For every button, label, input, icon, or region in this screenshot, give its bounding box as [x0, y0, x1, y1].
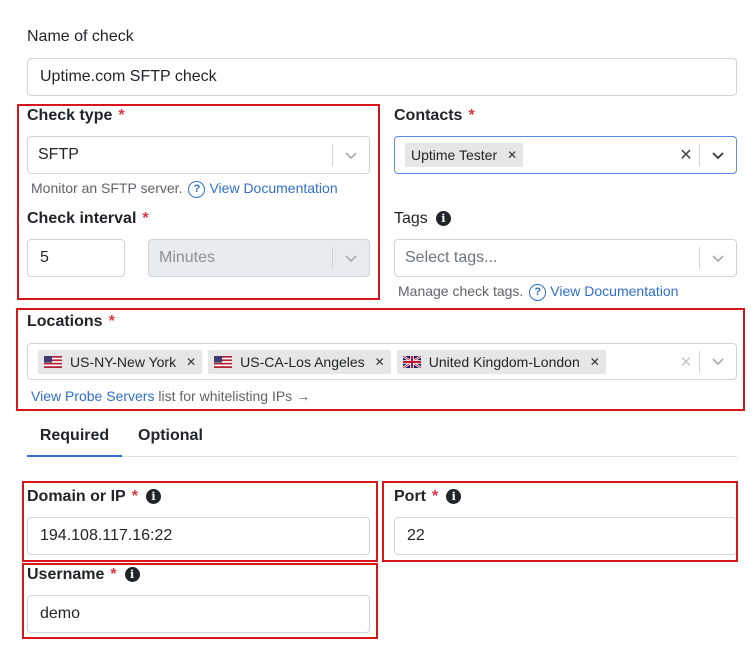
tags-select[interactable]: Select tags... [394, 239, 737, 277]
tags-placeholder: Select tags... [405, 249, 498, 266]
chevron-down-icon[interactable] [700, 251, 736, 266]
remove-chip-icon[interactable]: ✕ [507, 148, 517, 162]
question-icon: ? [529, 283, 547, 301]
highlight-box-username [22, 563, 378, 639]
highlight-box-port [382, 481, 738, 562]
required-asterisk: * [468, 107, 475, 124]
tags-doc-link[interactable]: View Documentation [550, 283, 678, 299]
contacts-label-text: Contacts [394, 107, 463, 124]
highlight-box-domain [22, 481, 378, 562]
tags-label-text: Tags [394, 210, 428, 227]
highlight-box-locations [16, 308, 745, 411]
tags-label: Tags i [394, 210, 451, 228]
chevron-down-icon[interactable] [700, 148, 736, 163]
contacts-label: Contacts * [394, 107, 475, 125]
tab-required[interactable]: Required [27, 427, 122, 445]
tab-active-indicator [27, 455, 122, 457]
highlight-box-check-type [17, 104, 380, 300]
clear-icon[interactable]: ✕ [673, 145, 699, 165]
tabs-divider [27, 456, 737, 457]
name-of-check-value: Uptime.com SFTP check [40, 68, 217, 85]
contact-chip-label: Uptime Tester [411, 147, 498, 163]
name-of-check-input[interactable]: Uptime.com SFTP check [27, 58, 737, 96]
tags-help: Manage check tags.? View Documentation [398, 283, 678, 301]
name-of-check-label: Name of check [27, 28, 134, 45]
contact-chip[interactable]: Uptime Tester ✕ [405, 143, 524, 167]
contacts-select[interactable]: Uptime Tester ✕ ✕ [394, 136, 737, 174]
contacts-chips: Uptime Tester ✕ [395, 143, 673, 167]
tab-optional[interactable]: Optional [138, 427, 203, 445]
tags-help-text: Manage check tags. [398, 283, 524, 299]
info-icon[interactable]: i [435, 211, 451, 227]
